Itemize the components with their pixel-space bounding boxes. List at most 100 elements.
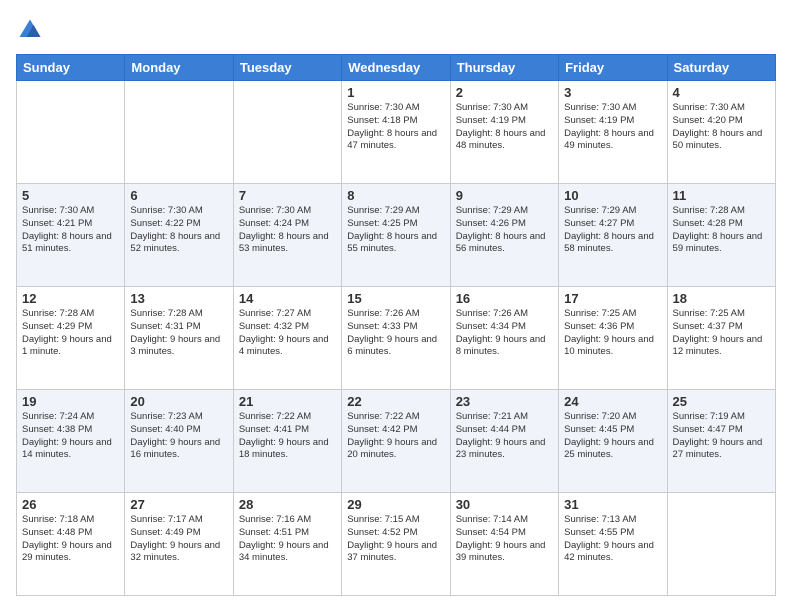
day-number: 8 <box>347 188 444 203</box>
day-info: Sunrise: 7:18 AM Sunset: 4:48 PM Dayligh… <box>22 514 119 565</box>
day-number: 29 <box>347 497 444 512</box>
day-number: 20 <box>130 394 227 409</box>
calendar-cell <box>667 493 775 596</box>
day-number: 11 <box>673 188 770 203</box>
day-number: 16 <box>456 291 553 306</box>
day-info: Sunrise: 7:28 AM Sunset: 4:31 PM Dayligh… <box>130 308 227 359</box>
calendar-cell: 14 Sunrise: 7:27 AM Sunset: 4:32 PM Dayli… <box>233 287 341 390</box>
day-info: Sunrise: 7:22 AM Sunset: 4:41 PM Dayligh… <box>239 411 336 462</box>
calendar-cell: 16 Sunrise: 7:26 AM Sunset: 4:34 PM Dayli… <box>450 287 558 390</box>
day-info: Sunrise: 7:30 AM Sunset: 4:21 PM Dayligh… <box>22 205 119 256</box>
day-number: 30 <box>456 497 553 512</box>
calendar-cell: 24 Sunrise: 7:20 AM Sunset: 4:45 PM Dayli… <box>559 390 667 493</box>
day-info: Sunrise: 7:22 AM Sunset: 4:42 PM Dayligh… <box>347 411 444 462</box>
day-number: 28 <box>239 497 336 512</box>
day-info: Sunrise: 7:19 AM Sunset: 4:47 PM Dayligh… <box>673 411 770 462</box>
day-info: Sunrise: 7:30 AM Sunset: 4:19 PM Dayligh… <box>564 102 661 153</box>
calendar-cell <box>17 81 125 184</box>
day-info: Sunrise: 7:30 AM Sunset: 4:19 PM Dayligh… <box>456 102 553 153</box>
calendar-cell: 7 Sunrise: 7:30 AM Sunset: 4:24 PM Daylig… <box>233 184 341 287</box>
calendar-cell: 12 Sunrise: 7:28 AM Sunset: 4:29 PM Dayli… <box>17 287 125 390</box>
calendar-cell: 23 Sunrise: 7:21 AM Sunset: 4:44 PM Dayli… <box>450 390 558 493</box>
day-info: Sunrise: 7:28 AM Sunset: 4:28 PM Dayligh… <box>673 205 770 256</box>
week-row-3: 12 Sunrise: 7:28 AM Sunset: 4:29 PM Dayli… <box>17 287 776 390</box>
calendar-cell: 30 Sunrise: 7:14 AM Sunset: 4:54 PM Dayli… <box>450 493 558 596</box>
day-info: Sunrise: 7:13 AM Sunset: 4:55 PM Dayligh… <box>564 514 661 565</box>
calendar-cell: 3 Sunrise: 7:30 AM Sunset: 4:19 PM Daylig… <box>559 81 667 184</box>
day-info: Sunrise: 7:26 AM Sunset: 4:34 PM Dayligh… <box>456 308 553 359</box>
calendar: SundayMondayTuesdayWednesdayThursdayFrid… <box>16 54 776 596</box>
weekday-header-row: SundayMondayTuesdayWednesdayThursdayFrid… <box>17 55 776 81</box>
day-info: Sunrise: 7:21 AM Sunset: 4:44 PM Dayligh… <box>456 411 553 462</box>
day-number: 17 <box>564 291 661 306</box>
calendar-cell: 21 Sunrise: 7:22 AM Sunset: 4:41 PM Dayli… <box>233 390 341 493</box>
calendar-cell: 6 Sunrise: 7:30 AM Sunset: 4:22 PM Daylig… <box>125 184 233 287</box>
day-number: 4 <box>673 85 770 100</box>
day-info: Sunrise: 7:14 AM Sunset: 4:54 PM Dayligh… <box>456 514 553 565</box>
weekday-header-monday: Monday <box>125 55 233 81</box>
calendar-cell: 20 Sunrise: 7:23 AM Sunset: 4:40 PM Dayli… <box>125 390 233 493</box>
calendar-cell: 28 Sunrise: 7:16 AM Sunset: 4:51 PM Dayli… <box>233 493 341 596</box>
calendar-cell <box>233 81 341 184</box>
calendar-cell: 27 Sunrise: 7:17 AM Sunset: 4:49 PM Dayli… <box>125 493 233 596</box>
day-number: 21 <box>239 394 336 409</box>
weekday-header-thursday: Thursday <box>450 55 558 81</box>
calendar-cell: 19 Sunrise: 7:24 AM Sunset: 4:38 PM Dayli… <box>17 390 125 493</box>
day-info: Sunrise: 7:27 AM Sunset: 4:32 PM Dayligh… <box>239 308 336 359</box>
logo <box>16 16 48 44</box>
day-number: 26 <box>22 497 119 512</box>
day-info: Sunrise: 7:23 AM Sunset: 4:40 PM Dayligh… <box>130 411 227 462</box>
calendar-cell: 8 Sunrise: 7:29 AM Sunset: 4:25 PM Daylig… <box>342 184 450 287</box>
day-info: Sunrise: 7:20 AM Sunset: 4:45 PM Dayligh… <box>564 411 661 462</box>
week-row-5: 26 Sunrise: 7:18 AM Sunset: 4:48 PM Dayli… <box>17 493 776 596</box>
day-info: Sunrise: 7:28 AM Sunset: 4:29 PM Dayligh… <box>22 308 119 359</box>
calendar-cell: 4 Sunrise: 7:30 AM Sunset: 4:20 PM Daylig… <box>667 81 775 184</box>
day-info: Sunrise: 7:30 AM Sunset: 4:18 PM Dayligh… <box>347 102 444 153</box>
calendar-cell: 22 Sunrise: 7:22 AM Sunset: 4:42 PM Dayli… <box>342 390 450 493</box>
day-info: Sunrise: 7:30 AM Sunset: 4:22 PM Dayligh… <box>130 205 227 256</box>
week-row-4: 19 Sunrise: 7:24 AM Sunset: 4:38 PM Dayli… <box>17 390 776 493</box>
day-info: Sunrise: 7:30 AM Sunset: 4:20 PM Dayligh… <box>673 102 770 153</box>
day-number: 3 <box>564 85 661 100</box>
day-number: 23 <box>456 394 553 409</box>
day-number: 18 <box>673 291 770 306</box>
calendar-cell: 5 Sunrise: 7:30 AM Sunset: 4:21 PM Daylig… <box>17 184 125 287</box>
calendar-cell: 9Sunrise: 7:29 AM Sunset: 4:26 PM Daylig… <box>450 184 558 287</box>
day-number: 2 <box>456 85 553 100</box>
day-info: Sunrise: 7:29 AM Sunset: 4:25 PM Dayligh… <box>347 205 444 256</box>
week-row-2: 5 Sunrise: 7:30 AM Sunset: 4:21 PM Daylig… <box>17 184 776 287</box>
day-number: 22 <box>347 394 444 409</box>
calendar-cell: 11 Sunrise: 7:28 AM Sunset: 4:28 PM Dayli… <box>667 184 775 287</box>
calendar-cell: 2 Sunrise: 7:30 AM Sunset: 4:19 PM Daylig… <box>450 81 558 184</box>
day-number: 10 <box>564 188 661 203</box>
day-number: 25 <box>673 394 770 409</box>
day-info: Sunrise: 7:29 AM Sunset: 4:27 PM Dayligh… <box>564 205 661 256</box>
weekday-header-sunday: Sunday <box>17 55 125 81</box>
day-info: Sunrise: 7:16 AM Sunset: 4:51 PM Dayligh… <box>239 514 336 565</box>
day-info: Sunrise: 7:17 AM Sunset: 4:49 PM Dayligh… <box>130 514 227 565</box>
day-number: 14 <box>239 291 336 306</box>
day-number: 24 <box>564 394 661 409</box>
day-number: 1 <box>347 85 444 100</box>
day-info: Sunrise: 7:15 AM Sunset: 4:52 PM Dayligh… <box>347 514 444 565</box>
weekday-header-wednesday: Wednesday <box>342 55 450 81</box>
day-number: 12 <box>22 291 119 306</box>
day-number: 5 <box>22 188 119 203</box>
calendar-cell: 13Sunrise: 7:28 AM Sunset: 4:31 PM Dayli… <box>125 287 233 390</box>
page: SundayMondayTuesdayWednesdayThursdayFrid… <box>0 0 792 612</box>
calendar-cell: 31Sunrise: 7:13 AM Sunset: 4:55 PM Dayli… <box>559 493 667 596</box>
day-info: Sunrise: 7:25 AM Sunset: 4:36 PM Dayligh… <box>564 308 661 359</box>
day-number: 6 <box>130 188 227 203</box>
day-number: 27 <box>130 497 227 512</box>
calendar-cell: 26 Sunrise: 7:18 AM Sunset: 4:48 PM Dayli… <box>17 493 125 596</box>
weekday-header-tuesday: Tuesday <box>233 55 341 81</box>
calendar-cell: 15Sunrise: 7:26 AM Sunset: 4:33 PM Dayli… <box>342 287 450 390</box>
calendar-cell: 10 Sunrise: 7:29 AM Sunset: 4:27 PM Dayli… <box>559 184 667 287</box>
calendar-cell: 25 Sunrise: 7:19 AM Sunset: 4:47 PM Dayli… <box>667 390 775 493</box>
day-info: Sunrise: 7:30 AM Sunset: 4:24 PM Dayligh… <box>239 205 336 256</box>
day-info: Sunrise: 7:24 AM Sunset: 4:38 PM Dayligh… <box>22 411 119 462</box>
day-number: 19 <box>22 394 119 409</box>
day-number: 7 <box>239 188 336 203</box>
weekday-header-friday: Friday <box>559 55 667 81</box>
day-info: Sunrise: 7:25 AM Sunset: 4:37 PM Dayligh… <box>673 308 770 359</box>
